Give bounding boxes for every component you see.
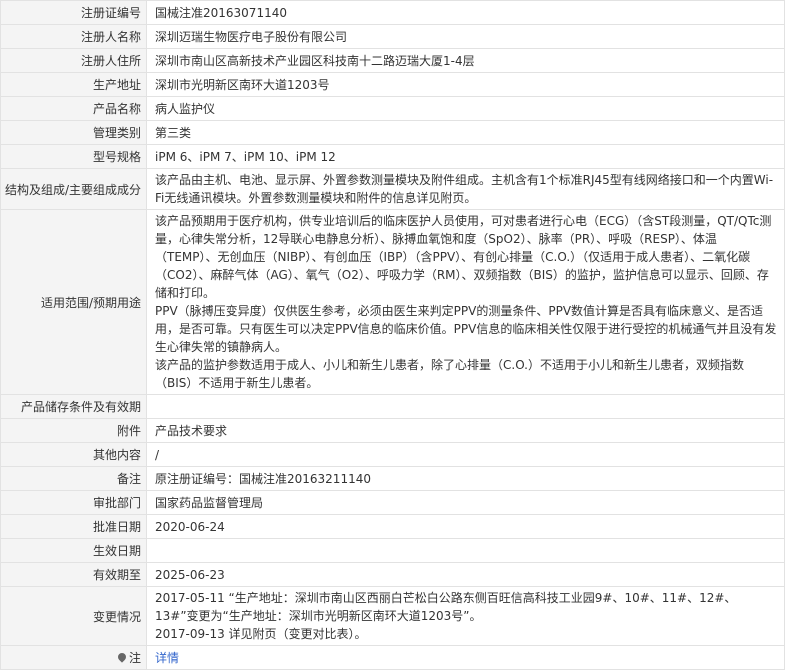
intended-use-paragraph: PPV（脉搏压变异度）仅供医生参考，必须由医生来判定PPV的测量条件、PPV数值… [155, 304, 777, 354]
label-model-spec: 型号规格 [0, 144, 147, 169]
label-note: 注 [0, 645, 147, 670]
label-remarks: 备注 [0, 466, 147, 491]
table-row: 备注 原注册证编号：国械注准20163211140 [0, 466, 785, 491]
value-registrant-name: 深圳迈瑞生物医疗电子股份有限公司 [146, 24, 785, 49]
table-row: 其他内容 / [0, 442, 785, 467]
table-row: 审批部门 国家药品监督管理局 [0, 490, 785, 515]
label-other-content: 其他内容 [0, 442, 147, 467]
table-row: 生效日期 [0, 538, 785, 563]
label-registrant-name: 注册人名称 [0, 24, 147, 49]
value-effective-date [146, 538, 785, 563]
label-production-address: 生产地址 [0, 72, 147, 97]
value-management-class: 第三类 [146, 120, 785, 145]
change-history-entry: 2017-05-11 “生产地址：深圳市南山区西丽白芒松白公路东侧百旺信高科技工… [155, 591, 737, 623]
change-history-entry: 2017-09-13 详见附页（变更对比表）。 [155, 627, 367, 641]
value-other-content: / [146, 442, 785, 467]
table-row: 产品名称 病人监护仪 [0, 96, 785, 121]
note-label-text: 注 [128, 651, 141, 665]
table-row: 结构及组成/主要组成成分 该产品由主机、电池、显示屏、外置参数测量模块及附件组成… [0, 168, 785, 210]
label-structure-composition: 结构及组成/主要组成成分 [0, 168, 147, 210]
value-note: 详情 [146, 645, 785, 670]
value-registration-number: 国械注准20163071140 [146, 0, 785, 25]
label-management-class: 管理类别 [0, 120, 147, 145]
table-row: 注册人名称 深圳迈瑞生物医疗电子股份有限公司 [0, 24, 785, 49]
value-remarks: 原注册证编号：国械注准20163211140 [146, 466, 785, 491]
value-change-history: 2017-05-11 “生产地址：深圳市南山区西丽白芒松白公路东侧百旺信高科技工… [146, 586, 785, 646]
table-row: 注册人住所 深圳市南山区高新技术产业园区科技南十二路迈瑞大厦1-4层 [0, 48, 785, 73]
value-approval-department: 国家药品监督管理局 [146, 490, 785, 515]
label-change-history: 变更情况 [0, 586, 147, 646]
label-attachments: 附件 [0, 418, 147, 443]
value-attachments: 产品技术要求 [146, 418, 785, 443]
table-row: 型号规格 iPM 6、iPM 7、iPM 10、iPM 12 [0, 144, 785, 169]
value-model-spec: iPM 6、iPM 7、iPM 10、iPM 12 [146, 144, 785, 169]
table-row: 产品储存条件及有效期 [0, 394, 785, 419]
label-approval-department: 审批部门 [0, 490, 147, 515]
intended-use-paragraph: 该产品预期用于医疗机构，供专业培训后的临床医护人员使用，可对患者进行心电（ECG… [155, 214, 772, 300]
value-intended-use: 该产品预期用于医疗机构，供专业培训后的临床医护人员使用，可对患者进行心电（ECG… [146, 209, 785, 395]
value-approval-date: 2020-06-24 [146, 514, 785, 539]
label-approval-date: 批准日期 [0, 514, 147, 539]
table-row: 注 详情 [0, 645, 785, 670]
table-row: 附件 产品技术要求 [0, 418, 785, 443]
label-registrant-address: 注册人住所 [0, 48, 147, 73]
table-row: 适用范围/预期用途 该产品预期用于医疗机构，供专业培训后的临床医护人员使用，可对… [0, 209, 785, 395]
table-row: 有效期至 2025-06-23 [0, 562, 785, 587]
table-row: 批准日期 2020-06-24 [0, 514, 785, 539]
label-product-name: 产品名称 [0, 96, 147, 121]
value-production-address: 深圳市光明新区南环大道1203号 [146, 72, 785, 97]
label-effective-date: 生效日期 [0, 538, 147, 563]
table-row: 变更情况 2017-05-11 “生产地址：深圳市南山区西丽白芒松白公路东侧百旺… [0, 586, 785, 646]
table-row: 管理类别 第三类 [0, 120, 785, 145]
label-storage-conditions: 产品储存条件及有效期 [0, 394, 147, 419]
details-link[interactable]: 详情 [155, 651, 179, 665]
label-valid-until: 有效期至 [0, 562, 147, 587]
table-row: 生产地址 深圳市光明新区南环大道1203号 [0, 72, 785, 97]
value-valid-until: 2025-06-23 [146, 562, 785, 587]
registration-table: 注册证编号 国械注准20163071140 注册人名称 深圳迈瑞生物医疗电子股份… [0, 0, 785, 670]
value-structure-composition: 该产品由主机、电池、显示屏、外置参数测量模块及附件组成。主机含有1个标准RJ45… [146, 168, 785, 210]
value-storage-conditions [146, 394, 785, 419]
map-pin-icon [116, 651, 128, 663]
label-intended-use: 适用范围/预期用途 [0, 209, 147, 395]
label-registration-number: 注册证编号 [0, 0, 147, 25]
intended-use-paragraph: 该产品的监护参数适用于成人、小儿和新生儿患者，除了心排量（C.O.）不适用于小儿… [155, 358, 744, 390]
table-row: 注册证编号 国械注准20163071140 [0, 0, 785, 25]
value-product-name: 病人监护仪 [146, 96, 785, 121]
value-registrant-address: 深圳市南山区高新技术产业园区科技南十二路迈瑞大厦1-4层 [146, 48, 785, 73]
